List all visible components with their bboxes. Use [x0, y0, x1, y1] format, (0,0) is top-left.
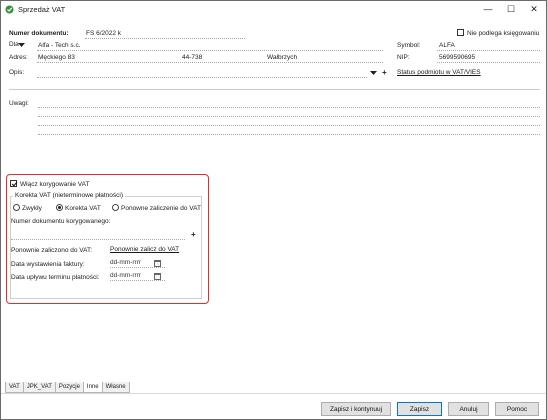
doc-corrected-underline — [11, 239, 185, 240]
radio-korekta-vat-label: Korekta VAT — [65, 205, 101, 212]
calendar-icon[interactable] — [154, 273, 161, 280]
radio-korekta-vat[interactable] — [56, 204, 63, 211]
calendar-icon[interactable] — [154, 260, 161, 267]
window-title: Sprzedaż VAT — [18, 5, 66, 14]
ponownie-zalicz-link[interactable]: Ponownie zalicz do VAT — [110, 246, 179, 253]
zapisz-button[interactable]: Zapisz — [397, 402, 442, 416]
wlacz-korygowanie-label: Włącz korygowanie VAT — [20, 181, 90, 188]
dla-dropdown[interactable]: Dla — [9, 41, 27, 50]
radio-zwykly-label: Zwykły — [22, 205, 42, 212]
doc-number-label: Numer dokumentu: — [9, 30, 69, 37]
pomoc-button[interactable]: Pomoc — [495, 402, 539, 416]
radio-ponowne-zaliczenie[interactable] — [112, 204, 119, 211]
city-field[interactable]: Wałbrzych — [267, 54, 297, 61]
radio-zwykly[interactable] — [13, 204, 20, 211]
uwagi-line-2 — [38, 116, 540, 117]
data-uplywu-label: Data upływu terminu płatności: — [11, 274, 100, 281]
opis-dropdown-icon[interactable] — [370, 71, 377, 76]
uwagi-line-3 — [38, 125, 540, 126]
radio-ponowne-zaliczenie-label: Ponowne zaliczenie do VAT — [121, 205, 201, 212]
doc-number-field[interactable]: FS 6/2022 k — [86, 30, 121, 37]
doc-number-underline — [85, 38, 245, 39]
uwagi-line-4 — [38, 134, 540, 135]
symbol-value: ALFA — [439, 42, 455, 49]
nip-label: NIP: — [397, 54, 410, 61]
minimize-icon: — — [483, 4, 493, 14]
app-icon — [5, 5, 14, 14]
uwagi-label: Uwagi: — [9, 100, 29, 107]
symbol-underline — [437, 50, 540, 51]
maximize-button[interactable]: ☐ — [500, 2, 522, 16]
postcode-field[interactable]: 44-738 — [182, 54, 202, 61]
symbol-label: Symbol: — [397, 42, 421, 49]
status-vat-link[interactable]: Status podmiotu w VAT/VIES — [397, 69, 481, 76]
minimize-button[interactable]: — — [477, 2, 499, 16]
section-divider — [9, 89, 540, 90]
opis-add-icon[interactable]: + — [382, 68, 387, 77]
uwagi-textarea[interactable] — [38, 98, 540, 143]
tab-pozycje[interactable]: Pozycje — [54, 382, 84, 393]
tab-inne[interactable]: Inne — [82, 382, 103, 393]
wlacz-korygowanie-checkbox[interactable] — [10, 180, 17, 187]
maximize-icon: ☐ — [506, 3, 516, 14]
bottom-tabs: VAT JPK_VAT Pozycje Inne Własne — [5, 382, 130, 393]
doc-corrected-add-icon[interactable]: + — [191, 230, 196, 239]
nip-underline — [437, 62, 540, 63]
contractor-name-field[interactable]: Alfa - Tech s.c. — [38, 42, 81, 49]
anuluj-button[interactable]: Anuluj — [448, 402, 489, 416]
uwagi-line-1 — [38, 107, 540, 108]
contractor-name-underline — [37, 50, 383, 51]
street-field[interactable]: Męckiego 83 — [38, 54, 75, 61]
nie-podlega-checkbox[interactable] — [457, 29, 464, 36]
doc-corrected-label: Numer dokumentu korygowanego: — [11, 218, 111, 225]
tab-jpk-vat[interactable]: JPK_VAT — [22, 382, 56, 393]
footer-divider — [1, 393, 546, 394]
opis-label: Opis: — [9, 69, 25, 76]
chevron-down-icon — [18, 43, 25, 47]
sprzedaz-vat-window: Sprzedaż VAT — ☐ ✕ Numer dokumentu: FS 6… — [0, 0, 547, 420]
address-underline — [37, 62, 383, 63]
korekta-group-legend: Korekta VAT (nieterminowe płatności) — [13, 192, 126, 199]
nie-podlega-label: Nie podlega księgowaniu — [467, 30, 540, 37]
title-bar: Sprzedaż VAT — ☐ ✕ — [1, 1, 546, 18]
zapisz-i-kontynuuj-button[interactable]: Zapisz i kontynuuj — [321, 402, 391, 416]
tab-wlasne[interactable]: Własne — [101, 382, 130, 393]
ponownie-label: Ponownie zaliczono do VAT: — [11, 247, 93, 254]
adres-label: Adres: — [9, 54, 28, 61]
nip-value: 5699590695 — [439, 54, 476, 61]
opis-underline — [37, 77, 367, 78]
data-wystawienia-label: Data wystawienia faktury: — [11, 261, 85, 268]
close-button[interactable]: ✕ — [523, 2, 545, 16]
tab-vat[interactable]: VAT — [5, 382, 24, 393]
close-icon: ✕ — [530, 3, 538, 14]
